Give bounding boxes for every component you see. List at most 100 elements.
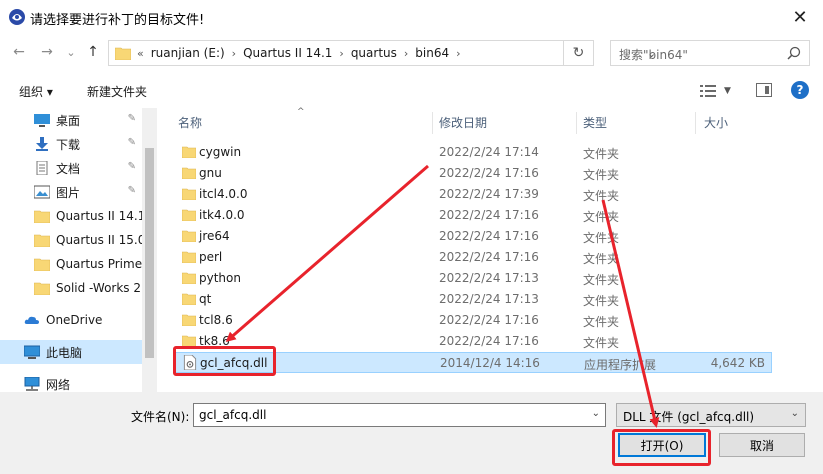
sidebar-item-label: Quartus II 14.1 <box>56 209 142 223</box>
sidebar-item-label: 桌面 <box>56 113 81 128</box>
organize-menu[interactable]: 组织 ▾ <box>19 83 53 100</box>
file-modified: 2022/2/24 17:16 <box>439 334 539 348</box>
sidebar-scrollbar-thumb[interactable] <box>145 148 154 358</box>
file-name: gcl_afcq.dll <box>200 356 268 370</box>
file-type: 文件夹 <box>583 168 620 182</box>
chevron-down-icon: ⌄ <box>790 408 799 419</box>
up-button[interactable]: ↑ <box>84 43 102 61</box>
view-options-button[interactable]: ▼ <box>700 82 740 100</box>
folder-icon <box>34 258 50 271</box>
folder-icon <box>182 188 196 200</box>
sidebar-item-downloads[interactable]: 下载 ✎ <box>0 132 142 156</box>
up-arrow-icon: ↑ <box>87 44 99 60</box>
column-header-size[interactable]: 大小 <box>704 108 764 136</box>
column-header-modified[interactable]: 修改日期 <box>439 108 575 136</box>
sidebar-item-pictures[interactable]: 图片 ✎ <box>0 180 142 204</box>
breadcrumb-quartus-ii[interactable]: Quartus II 14.1 <box>243 46 332 60</box>
close-icon: ✕ <box>792 6 808 28</box>
breadcrumb-bin64[interactable]: bin64 <box>415 46 449 60</box>
breadcrumb-separator-icon[interactable]: › <box>339 47 343 60</box>
sidebar-item-label: 图片 <box>56 185 81 200</box>
file-type: 文件夹 <box>583 231 620 245</box>
file-row[interactable]: itcl4.0.0 2022/2/24 17:39 文件夹 <box>174 184 772 205</box>
file-row[interactable]: perl 2022/2/24 17:16 文件夹 <box>174 247 772 268</box>
sidebar-item-label: 网络 <box>46 377 71 392</box>
file-modified: 2022/2/24 17:14 <box>439 145 539 159</box>
column-size-label: 大小 <box>704 115 729 130</box>
filename-input[interactable]: gcl_afcq.dll ⌄ <box>193 403 606 427</box>
refresh-button[interactable]: ↻ <box>564 40 594 66</box>
file-type: 应用程序扩展 <box>584 358 657 372</box>
file-name: qt <box>199 292 212 306</box>
sidebar-item-desktop[interactable]: 桌面 ✎ <box>0 108 142 132</box>
sidebar-item-quartus-15[interactable]: Quartus II 15.0 <box>0 228 142 252</box>
chevron-down-icon[interactable]: ⌄ <box>592 408 600 419</box>
file-row[interactable]: tcl8.6 2022/2/24 17:16 文件夹 <box>174 310 772 331</box>
file-list: 名称 ^ 修改日期 类型 大小 cygwin 2022/2/24 17:14 文件夹… <box>157 107 823 392</box>
close-button[interactable]: ✕ <box>777 0 823 34</box>
dialog-footer: 文件名(N): gcl_afcq.dll ⌄ DLL 文件 (gcl_afcq.… <box>0 392 823 474</box>
file-row[interactable]: python 2022/2/24 17:13 文件夹 <box>174 268 772 289</box>
sidebar-item-network[interactable]: 网络 <box>0 372 142 392</box>
sidebar-item-quartus-14[interactable]: Quartus II 14.1 <box>0 204 142 228</box>
file-name: perl <box>199 250 223 264</box>
folder-icon <box>34 282 50 295</box>
file-row[interactable]: cygwin 2022/2/24 17:14 文件夹 <box>174 142 772 163</box>
file-modified: 2022/2/24 17:13 <box>439 271 539 285</box>
breadcrumb-separator-icon[interactable]: › <box>404 47 408 60</box>
folder-icon <box>182 314 196 326</box>
column-divider[interactable] <box>576 112 577 134</box>
recent-locations-button[interactable]: ⌄ <box>62 43 80 61</box>
column-modified-label: 修改日期 <box>439 115 488 130</box>
back-button[interactable]: ← <box>10 43 28 61</box>
dll-file-icon <box>183 355 197 370</box>
picture-icon <box>34 185 50 199</box>
view-details-icon <box>700 85 716 97</box>
file-row[interactable]: itk4.0.0 2022/2/24 17:16 文件夹 <box>174 205 772 226</box>
file-row[interactable]: gnu 2022/2/24 17:16 文件夹 <box>174 163 772 184</box>
column-header-type[interactable]: 类型 <box>583 108 693 136</box>
pin-icon: ✎ <box>127 185 136 196</box>
sidebar-scrollbar[interactable] <box>142 108 157 392</box>
file-type: 文件夹 <box>583 273 620 287</box>
file-name: gnu <box>199 166 222 180</box>
sidebar-item-label: 文档 <box>56 161 81 176</box>
search-icon <box>787 46 801 60</box>
breadcrumb-separator-icon[interactable]: › <box>232 47 236 60</box>
folder-icon <box>182 272 196 284</box>
sidebar-item-onedrive[interactable]: OneDrive <box>0 308 142 332</box>
file-row[interactable]: jre64 2022/2/24 17:16 文件夹 <box>174 226 772 247</box>
command-toolbar: 组织 ▾ 新建文件夹 ▼ ? <box>0 72 823 108</box>
file-name: cygwin <box>199 145 242 159</box>
column-divider[interactable] <box>695 112 696 134</box>
forward-button[interactable]: → <box>38 43 56 61</box>
preview-pane-icon[interactable] <box>756 83 772 97</box>
breadcrumb-overflow-icon[interactable]: « <box>137 47 144 60</box>
column-divider[interactable] <box>432 112 433 134</box>
desktop-icon <box>34 114 50 127</box>
address-bar[interactable]: « ruanjian (E:) › Quartus II 14.1 › quar… <box>108 40 656 66</box>
file-row[interactable]: qt 2022/2/24 17:13 文件夹 <box>174 289 772 310</box>
breadcrumb-quartus[interactable]: quartus <box>351 46 397 60</box>
sidebar-item-solidworks[interactable]: Solid -Works 2 <box>0 276 142 300</box>
back-arrow-icon: ← <box>13 44 25 60</box>
search-input[interactable]: 搜索"bin64" <box>610 40 810 66</box>
sidebar-item-quartus-prime[interactable]: Quartus Prime <box>0 252 142 276</box>
file-row[interactable]: tk8.6 2022/2/24 17:16 文件夹 <box>174 331 772 352</box>
file-modified: 2014/12/4 14:16 <box>440 356 540 370</box>
help-icon[interactable]: ? <box>791 81 809 99</box>
download-icon <box>36 137 48 151</box>
new-folder-button[interactable]: 新建文件夹 <box>87 83 147 100</box>
cancel-button[interactable]: 取消 <box>719 433 805 457</box>
file-modified: 2022/2/24 17:16 <box>439 313 539 327</box>
sidebar-item-documents[interactable]: 文档 ✎ <box>0 156 142 180</box>
file-type: 文件夹 <box>583 315 620 329</box>
folder-icon <box>115 47 131 60</box>
breadcrumb-separator-icon[interactable]: › <box>456 47 460 60</box>
filetype-select[interactable]: DLL 文件 (gcl_afcq.dll) ⌄ <box>616 403 806 427</box>
breadcrumb-drive[interactable]: ruanjian (E:) <box>151 46 225 60</box>
open-button[interactable]: 打开(O) <box>618 433 706 457</box>
sidebar-item-this-pc[interactable]: 此电脑 <box>0 340 142 364</box>
file-name: tk8.6 <box>199 334 230 348</box>
file-row[interactable]: gcl_afcq.dll 2014/12/4 14:16 应用程序扩展 4,642 K… <box>174 352 772 373</box>
